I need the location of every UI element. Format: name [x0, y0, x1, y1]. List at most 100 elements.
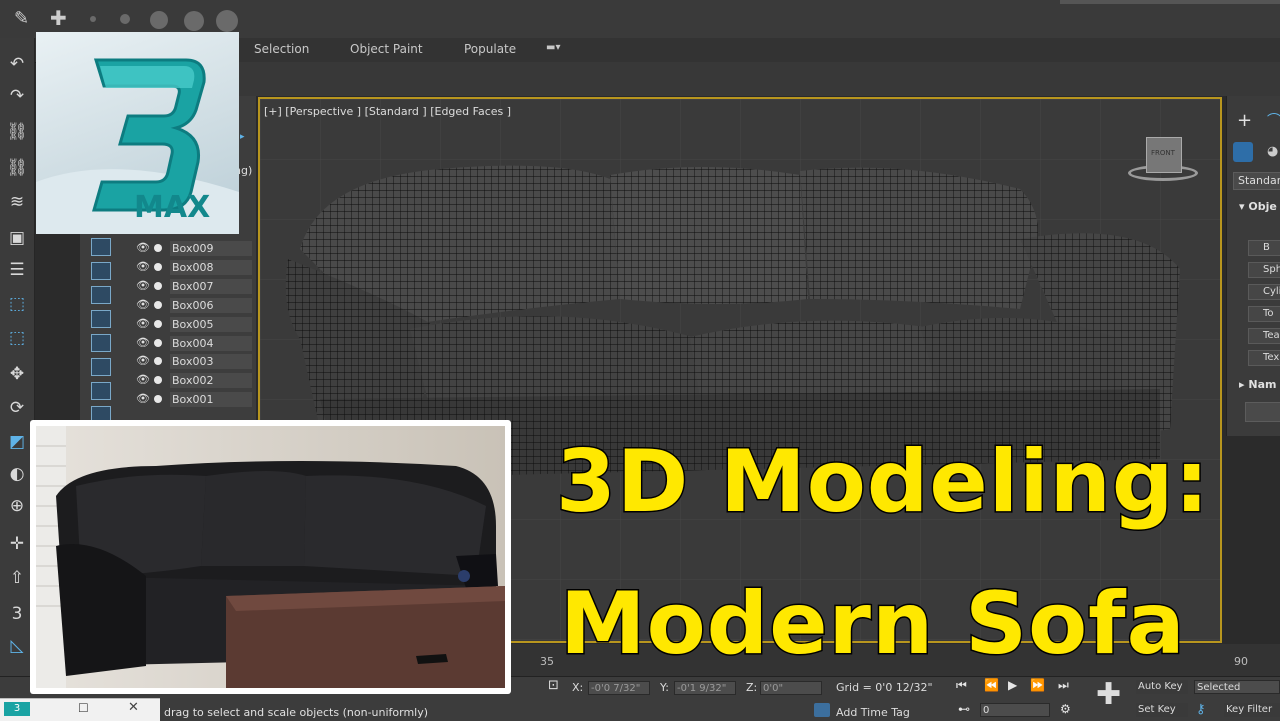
- eye-icon[interactable]: 👁: [136, 336, 150, 349]
- shapes-category-icon[interactable]: ◕: [1267, 144, 1278, 159]
- helper-filter-icon[interactable]: [91, 262, 111, 280]
- explorer-scroll-marker: ▸: [240, 132, 245, 142]
- eye-icon[interactable]: 👁: [136, 241, 150, 254]
- next-frame-icon[interactable]: ⏩: [1030, 678, 1045, 692]
- modify-tab-icon[interactable]: ⌒: [1267, 110, 1280, 130]
- list-item[interactable]: 👁 Box007: [130, 277, 252, 295]
- select-object-icon[interactable]: ▣: [5, 226, 29, 250]
- rotate-icon[interactable]: ⟳: [5, 396, 29, 420]
- tab-object-paint[interactable]: Object Paint: [350, 42, 423, 56]
- absolute-mode-icon[interactable]: ⊡: [548, 678, 559, 693]
- snaps-toggle-icon[interactable]: 3: [5, 602, 29, 626]
- undo-icon[interactable]: ↶: [5, 52, 29, 76]
- toolbar-dot-icon[interactable]: [120, 14, 130, 24]
- key-mode-icon[interactable]: ⊷: [958, 702, 970, 716]
- create-tab-icon[interactable]: +: [1237, 110, 1252, 131]
- eye-icon[interactable]: 👁: [136, 279, 150, 292]
- list-item[interactable]: 👁 Box005: [130, 315, 252, 333]
- pivot-icon[interactable]: ⊕: [5, 494, 29, 518]
- video-title-line1: 3D Modeling:: [555, 431, 1211, 534]
- object-dot-icon: [154, 395, 162, 403]
- previous-frame-icon[interactable]: ⏪: [984, 678, 999, 692]
- wrench-icon[interactable]: ✎: [14, 8, 29, 29]
- x-coordinate-field[interactable]: -0'0 7/32": [588, 681, 650, 695]
- go-to-end-icon[interactable]: ⏭: [1058, 678, 1069, 693]
- auto-key-button[interactable]: Auto Key: [1136, 680, 1188, 694]
- eye-icon[interactable]: 👁: [136, 298, 150, 311]
- list-item[interactable]: 👁 Box009: [130, 239, 252, 257]
- keyboard-shortcut-icon[interactable]: ⇧: [5, 566, 29, 590]
- current-frame-field[interactable]: 0: [980, 703, 1050, 717]
- key-filter-icon[interactable]: ⚷: [1196, 702, 1206, 717]
- window-controls: [1060, 0, 1280, 4]
- cylinder-button[interactable]: Cyli: [1248, 284, 1280, 300]
- object-dot-icon: [154, 263, 162, 271]
- key-filters-button[interactable]: Key Filter: [1224, 703, 1280, 717]
- set-key-button[interactable]: Set Key: [1136, 703, 1188, 717]
- toolbar-dot-icon[interactable]: [90, 16, 96, 22]
- tab-selection[interactable]: Selection: [254, 42, 309, 56]
- go-to-start-icon[interactable]: ⏮: [956, 678, 967, 693]
- window-crossing-icon[interactable]: ⬚: [5, 326, 29, 350]
- camera-filter-icon[interactable]: [91, 238, 111, 256]
- list-item[interactable]: 👁 Box006: [130, 296, 252, 314]
- move-icon[interactable]: ✥: [5, 362, 29, 386]
- object-type-rollout-title[interactable]: ▾ Obje: [1239, 200, 1277, 213]
- add-time-tag-button[interactable]: Add Time Tag: [836, 706, 910, 719]
- list-item[interactable]: 👁 Box003: [130, 352, 252, 370]
- unlink-icon[interactable]: ⛓: [5, 156, 29, 180]
- list-item[interactable]: 👁 Box001: [130, 390, 252, 408]
- bone-filter-icon[interactable]: [91, 358, 111, 376]
- xref-filter-icon[interactable]: [91, 334, 111, 352]
- create-plus-icon[interactable]: ✚: [50, 6, 67, 30]
- add-time-tag-icon[interactable]: [814, 703, 830, 717]
- textplus-button[interactable]: Tex: [1248, 350, 1280, 366]
- container-filter-icon[interactable]: [91, 382, 111, 400]
- list-item[interactable]: 👁 Box008: [130, 258, 252, 276]
- angle-snap-icon[interactable]: ◺: [5, 634, 29, 658]
- ribbon-options-icon[interactable]: ▬▾: [546, 42, 560, 53]
- toolbar-dot-icon[interactable]: [150, 11, 168, 29]
- bind-space-warp-icon[interactable]: ≋: [5, 190, 29, 214]
- eye-icon[interactable]: 👁: [136, 354, 150, 367]
- viewcube-icon[interactable]: FRONT: [1128, 135, 1198, 187]
- name-field[interactable]: [1245, 402, 1280, 422]
- box-button[interactable]: B: [1248, 240, 1280, 256]
- y-coordinate-field[interactable]: -0'1 9/32": [674, 681, 736, 695]
- eye-icon[interactable]: 👁: [136, 392, 150, 405]
- name-color-rollout-title[interactable]: ▸ Nam: [1239, 378, 1276, 391]
- restore-window-icon[interactable]: ☐: [78, 701, 89, 715]
- select-by-name-icon[interactable]: ☰: [5, 258, 29, 282]
- scale-icon[interactable]: ◩: [5, 430, 29, 454]
- z-coordinate-field[interactable]: 0'0": [760, 681, 822, 695]
- toolbar-dot-icon[interactable]: [184, 11, 204, 31]
- group-filter-icon[interactable]: [91, 310, 111, 328]
- geometry-category-icon[interactable]: [1233, 142, 1253, 162]
- eye-icon[interactable]: 👁: [136, 260, 150, 273]
- placement-icon[interactable]: ◐: [5, 462, 29, 486]
- select-manipulate-icon[interactable]: ✛: [5, 532, 29, 556]
- viewport-label-menu[interactable]: [+] [Perspective ] [Standard ] [Edged Fa…: [264, 105, 511, 118]
- toolbar-dot-icon[interactable]: [216, 10, 238, 32]
- eye-icon[interactable]: 👁: [136, 373, 150, 386]
- selection-set-dropdown[interactable]: Selected: [1194, 680, 1280, 694]
- object-type-label: Obje: [1248, 200, 1277, 213]
- list-item[interactable]: 👁 Box004: [130, 334, 252, 352]
- time-configuration-icon[interactable]: ⚙: [1060, 702, 1071, 716]
- close-window-icon[interactable]: ✕: [128, 700, 139, 715]
- set-keys-big-icon[interactable]: ✚: [1096, 680, 1121, 710]
- teapot-button[interactable]: Tea: [1248, 328, 1280, 344]
- eye-icon[interactable]: 👁: [136, 317, 150, 330]
- rectangular-selection-icon[interactable]: ⬚: [5, 292, 29, 316]
- link-icon[interactable]: ⛓: [5, 120, 29, 144]
- torus-button[interactable]: To: [1248, 306, 1280, 322]
- list-item[interactable]: 👁 Box002: [130, 371, 252, 389]
- app-taskbar-icon[interactable]: 3: [4, 702, 30, 716]
- play-icon[interactable]: ▶: [1008, 678, 1017, 692]
- object-dot-icon: [154, 301, 162, 309]
- spacewarp-filter-icon[interactable]: [91, 286, 111, 304]
- redo-icon[interactable]: ↷: [5, 84, 29, 108]
- geometry-type-dropdown[interactable]: Standard: [1233, 172, 1280, 190]
- tab-populate[interactable]: Populate: [464, 42, 516, 56]
- sphere-button[interactable]: Sph: [1248, 262, 1280, 278]
